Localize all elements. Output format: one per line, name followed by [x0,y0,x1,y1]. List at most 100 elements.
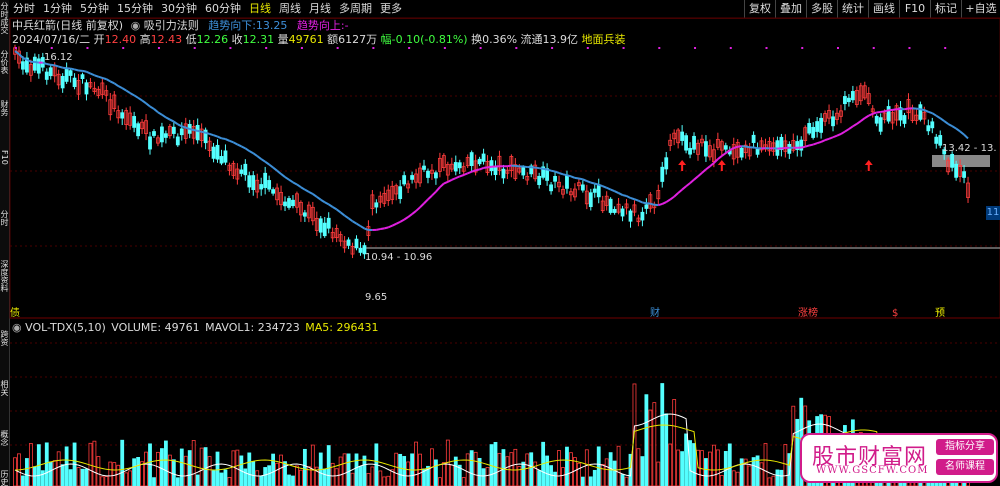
volume-bar-181 [731,470,736,486]
volume-bar-70 [291,475,295,486]
candle-body-13 [64,68,69,82]
volume-indicator-name[interactable]: VOL-TDX(5,10) [25,321,106,334]
trend-line-seg-75 [308,191,314,195]
candle-body-63 [263,172,268,188]
trend-line-seg-33 [141,99,147,105]
trend-line-seg-101 [411,210,417,215]
trend-line-seg-102 [415,206,421,212]
volume-bar-24 [108,461,113,486]
trend-line-seg-235 [943,120,949,125]
volume-bar-59 [247,452,252,486]
volume-bar-54 [227,476,232,486]
trend-line-seg-58 [240,145,246,150]
candle-body-8 [44,71,49,80]
marker-dot-63 [265,47,268,49]
volume-label: VOLUME: [111,321,162,334]
trend-line-seg-239 [959,130,965,136]
trend-line-seg-115 [467,170,473,175]
trend-line-seg-134 [542,167,548,171]
candle-body-41 [175,136,180,146]
ad-tag-indicator-share[interactable]: 指标分享 [936,439,994,455]
trend-line-seg-11 [54,64,59,68]
candle-body-57 [239,169,244,174]
volume-bar-30 [132,458,137,486]
trend-line-seg-117 [475,168,480,172]
volume-bar-7 [40,470,45,486]
ad-tag-courses[interactable]: 名师课程 [936,459,994,475]
volume-bar-139 [565,446,569,486]
volume-bar-44 [187,450,192,486]
candle-body-27 [120,112,125,119]
trend-line-seg-146 [590,181,596,185]
right-edge-tab[interactable]: 11 [986,206,1000,220]
trend-line-seg-159 [642,201,647,205]
trend-line-seg-174 [701,168,707,174]
ad-banner[interactable]: 股市财富网 WWW.GSCFW.COM 指标分享 名师课程 [800,433,998,483]
candle-body-46 [195,124,200,141]
trend-line-seg-114 [463,172,469,176]
candle-body-70 [291,199,295,207]
trend-line-seg-6 [34,61,39,64]
trend-line-seg-151 [610,188,615,193]
mavol1-value: 234723 [257,321,300,334]
trend-line-seg-118 [479,166,484,171]
volume-bar-61 [255,470,260,486]
volume-bar-68 [283,461,287,486]
volume-bar-191 [771,475,776,486]
trend-line-seg-10 [50,63,55,67]
trend-line-seg-70 [288,178,294,184]
candle-body-53 [223,150,228,163]
volume-bar-193 [779,469,784,486]
volume-bar-42 [179,448,184,486]
volume-bar-2 [21,475,25,486]
trend-line-seg-229 [920,108,925,112]
volume-bar-162 [656,461,661,486]
candle-body-42 [179,128,184,136]
trend-line-seg-38 [161,113,167,119]
volume-bar-50 [211,470,216,486]
volume-bar-183 [739,458,744,486]
trend-line-seg-85 [347,217,354,223]
trend-line-seg-170 [685,182,691,188]
trend-line-seg-12 [58,65,63,69]
trend-line-seg-199 [801,145,806,149]
candle-body-91 [374,202,379,208]
volume-bar-37 [160,448,164,486]
trend-line-seg-211 [848,125,854,130]
trend-line-seg-150 [606,186,612,191]
candle-body-220 [886,106,891,122]
candle-body-171 [692,135,696,150]
candle-body-79 [326,217,331,229]
trend-line-seg-2 [18,53,24,59]
candle-body-58 [243,163,248,176]
volume-bar-147 [596,446,601,486]
ma5-label: MA5: [305,321,333,334]
marker-dot-45 [193,47,196,49]
volume-bar-149 [604,458,609,486]
trend-line-seg-100 [407,213,413,218]
trend-line-seg-233 [935,114,941,120]
trend-line-seg-218 [876,110,881,114]
candle-body-40 [171,126,176,134]
volume-bar-110 [449,464,454,486]
trend-line-seg-143 [578,177,584,181]
volume-bar-38 [163,440,168,486]
volume-bar-96 [394,452,399,486]
volume-bar-151 [612,460,617,486]
trend-line-seg-231 [927,110,933,115]
trend-line-seg-26 [113,82,119,87]
marker-dot-153 [622,47,625,49]
trend-line-seg-72 [296,183,302,189]
volume-bar-79 [326,445,331,486]
trend-line-seg-234 [939,117,945,122]
circle-dot-icon[interactable]: ◉ [12,321,22,334]
event-tag-4: 预 [935,307,945,319]
candle-body-236 [950,153,955,168]
trend-line-seg-89 [364,227,369,231]
candle-body-60 [251,175,256,191]
trend-line-seg-51 [213,134,218,138]
marker-dot-189 [765,47,768,49]
trend-line-seg-149 [602,185,608,189]
kline-chart[interactable]: 16.12 9.65 10.94 - 10.96 13.42 - 13. 债 财 涨榜 $ 预 [0,0,1000,486]
candle-body-97 [398,186,403,200]
